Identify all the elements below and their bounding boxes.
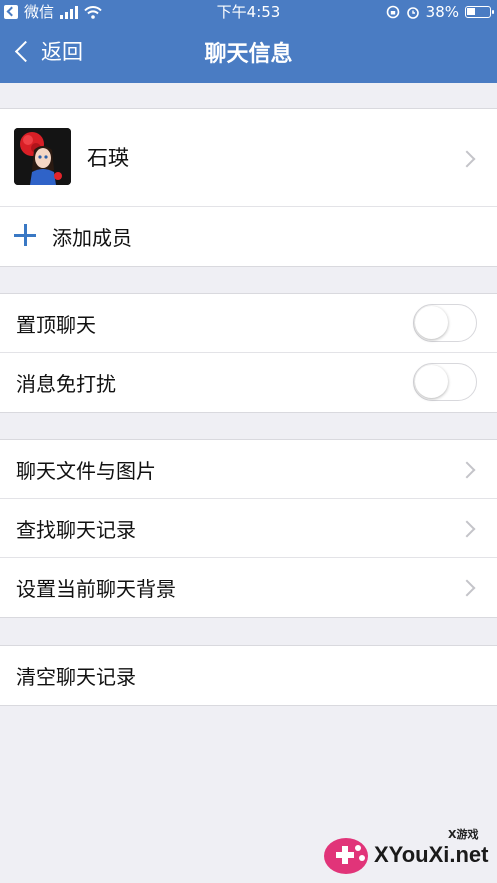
page-title: 聊天信息 bbox=[204, 42, 293, 67]
clear-history-row[interactable]: 清空聊天记录 bbox=[0, 646, 497, 705]
header-bar: 微信 下午4:53 38% 返回 聊天信息 bbox=[0, 0, 497, 83]
rotation-lock-icon bbox=[386, 5, 399, 19]
mute-row: 消息免打扰 bbox=[0, 353, 497, 412]
battery-icon bbox=[465, 6, 494, 18]
pin-chat-toggle[interactable] bbox=[413, 304, 477, 342]
member-row[interactable]: 石瑛 bbox=[0, 109, 497, 207]
toggle-group: 置顶聊天 消息免打扰 bbox=[0, 293, 497, 413]
chevron-right-icon bbox=[458, 579, 476, 597]
battery-percent: 38% bbox=[425, 3, 459, 21]
add-member-row[interactable]: 添加成员 bbox=[0, 207, 497, 266]
chat-files-row[interactable]: 聊天文件与图片 bbox=[0, 440, 497, 499]
mute-label: 消息免打扰 bbox=[16, 372, 116, 396]
navigation-bar: 返回 聊天信息 bbox=[0, 24, 497, 83]
member-group: 石瑛 添加成员 bbox=[0, 108, 497, 267]
clear-history-label: 清空聊天记录 bbox=[16, 665, 136, 689]
watermark-logo: X游戏 XYouXi.net bbox=[322, 822, 492, 880]
menu-group: 聊天文件与图片 查找聊天记录 设置当前聊天背景 bbox=[0, 439, 497, 618]
watermark-text: XYouXi.net bbox=[374, 842, 489, 867]
toggle-knob bbox=[415, 306, 448, 339]
add-member-label: 添加成员 bbox=[52, 226, 132, 250]
watermark-small-text: X游戏 bbox=[448, 828, 479, 841]
pin-chat-label: 置顶聊天 bbox=[16, 313, 96, 337]
alarm-icon bbox=[406, 7, 419, 19]
toggle-knob bbox=[415, 365, 448, 398]
status-bar: 微信 下午4:53 38% bbox=[0, 0, 497, 24]
chevron-right-icon bbox=[458, 150, 476, 168]
chat-files-label: 聊天文件与图片 bbox=[16, 459, 156, 483]
member-name: 石瑛 bbox=[87, 146, 129, 170]
avatar[interactable] bbox=[14, 128, 71, 185]
status-right: 38% bbox=[386, 0, 494, 24]
chevron-right-icon bbox=[458, 520, 476, 538]
pin-chat-row: 置顶聊天 bbox=[0, 294, 497, 353]
chat-background-row[interactable]: 设置当前聊天背景 bbox=[0, 558, 497, 617]
chevron-right-icon bbox=[458, 461, 476, 479]
chat-background-label: 设置当前聊天背景 bbox=[16, 577, 176, 601]
plus-icon bbox=[14, 224, 36, 246]
clear-group: 清空聊天记录 bbox=[0, 645, 497, 706]
search-history-label: 查找聊天记录 bbox=[16, 518, 136, 542]
search-history-row[interactable]: 查找聊天记录 bbox=[0, 499, 497, 558]
mute-toggle[interactable] bbox=[413, 363, 477, 401]
